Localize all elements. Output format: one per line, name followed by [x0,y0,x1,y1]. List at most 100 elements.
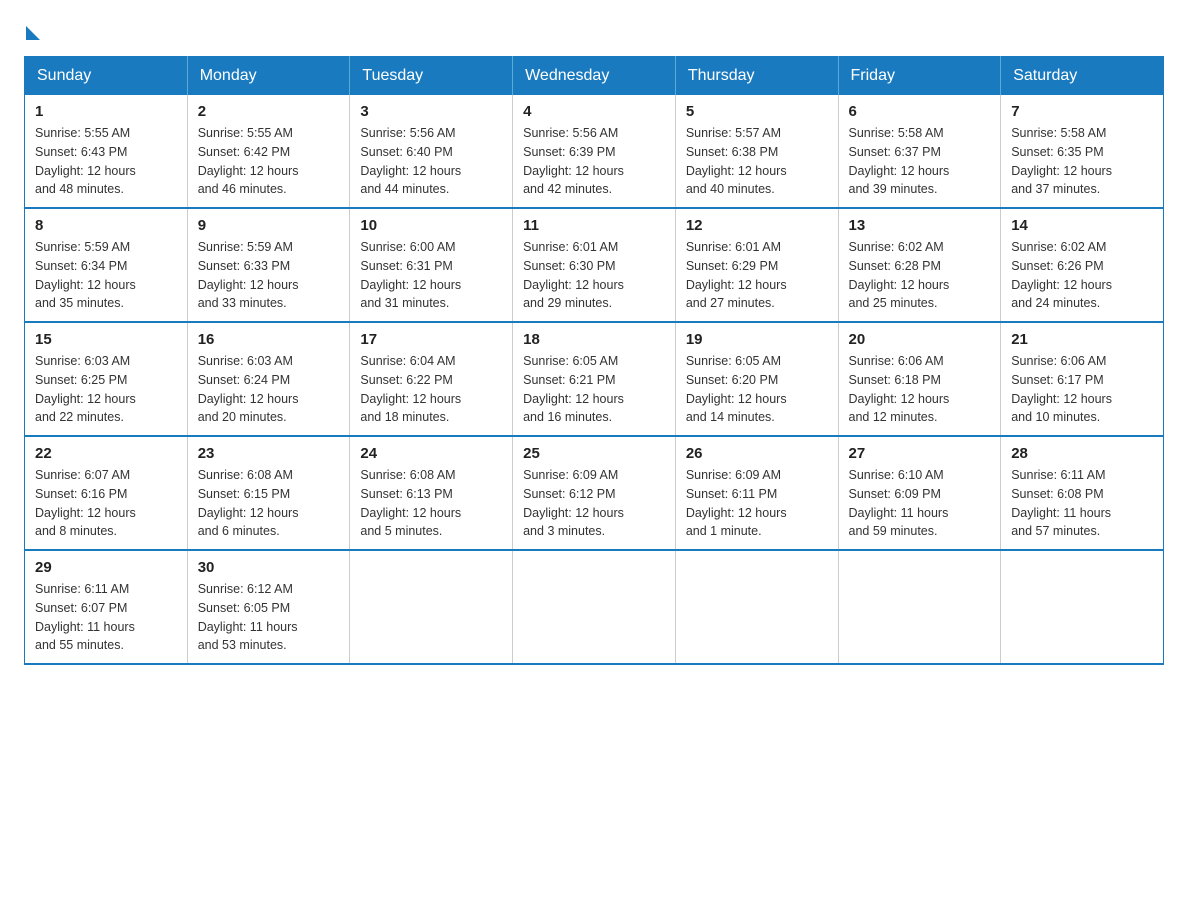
day-info: Sunrise: 5:58 AMSunset: 6:35 PMDaylight:… [1011,126,1112,196]
day-info: Sunrise: 6:02 AMSunset: 6:26 PMDaylight:… [1011,240,1112,310]
calendar-cell: 12 Sunrise: 6:01 AMSunset: 6:29 PMDaylig… [675,208,838,322]
calendar-cell: 16 Sunrise: 6:03 AMSunset: 6:24 PMDaylig… [187,322,350,436]
day-info: Sunrise: 6:03 AMSunset: 6:24 PMDaylight:… [198,354,299,424]
calendar-week-row: 1 Sunrise: 5:55 AMSunset: 6:43 PMDayligh… [25,95,1164,208]
day-number: 5 [686,103,828,120]
calendar-cell: 26 Sunrise: 6:09 AMSunset: 6:11 PMDaylig… [675,436,838,550]
calendar-cell: 27 Sunrise: 6:10 AMSunset: 6:09 PMDaylig… [838,436,1001,550]
calendar-week-row: 29 Sunrise: 6:11 AMSunset: 6:07 PMDaylig… [25,550,1164,664]
calendar-week-row: 8 Sunrise: 5:59 AMSunset: 6:34 PMDayligh… [25,208,1164,322]
day-number: 15 [35,331,177,348]
calendar-cell: 15 Sunrise: 6:03 AMSunset: 6:25 PMDaylig… [25,322,188,436]
day-number: 21 [1011,331,1153,348]
calendar-cell: 6 Sunrise: 5:58 AMSunset: 6:37 PMDayligh… [838,95,1001,208]
day-number: 24 [360,445,502,462]
day-info: Sunrise: 6:09 AMSunset: 6:12 PMDaylight:… [523,468,624,538]
day-info: Sunrise: 6:05 AMSunset: 6:21 PMDaylight:… [523,354,624,424]
calendar-cell: 29 Sunrise: 6:11 AMSunset: 6:07 PMDaylig… [25,550,188,664]
weekday-header-row: SundayMondayTuesdayWednesdayThursdayFrid… [25,57,1164,96]
day-info: Sunrise: 5:55 AMSunset: 6:42 PMDaylight:… [198,126,299,196]
day-number: 4 [523,103,665,120]
calendar-cell: 3 Sunrise: 5:56 AMSunset: 6:40 PMDayligh… [350,95,513,208]
day-info: Sunrise: 6:11 AMSunset: 6:07 PMDaylight:… [35,582,135,652]
calendar-cell: 22 Sunrise: 6:07 AMSunset: 6:16 PMDaylig… [25,436,188,550]
calendar-cell: 9 Sunrise: 5:59 AMSunset: 6:33 PMDayligh… [187,208,350,322]
day-info: Sunrise: 6:02 AMSunset: 6:28 PMDaylight:… [849,240,950,310]
day-number: 2 [198,103,340,120]
calendar-cell: 28 Sunrise: 6:11 AMSunset: 6:08 PMDaylig… [1001,436,1164,550]
page-header [24,24,1164,40]
calendar-cell [838,550,1001,664]
day-info: Sunrise: 6:04 AMSunset: 6:22 PMDaylight:… [360,354,461,424]
day-info: Sunrise: 6:07 AMSunset: 6:16 PMDaylight:… [35,468,136,538]
day-number: 12 [686,217,828,234]
calendar-cell: 11 Sunrise: 6:01 AMSunset: 6:30 PMDaylig… [513,208,676,322]
calendar-cell: 25 Sunrise: 6:09 AMSunset: 6:12 PMDaylig… [513,436,676,550]
calendar-week-row: 22 Sunrise: 6:07 AMSunset: 6:16 PMDaylig… [25,436,1164,550]
calendar-cell [513,550,676,664]
day-info: Sunrise: 6:06 AMSunset: 6:18 PMDaylight:… [849,354,950,424]
day-number: 25 [523,445,665,462]
weekday-header-tuesday: Tuesday [350,57,513,96]
day-number: 27 [849,445,991,462]
weekday-header-wednesday: Wednesday [513,57,676,96]
calendar-cell: 5 Sunrise: 5:57 AMSunset: 6:38 PMDayligh… [675,95,838,208]
day-info: Sunrise: 5:59 AMSunset: 6:34 PMDaylight:… [35,240,136,310]
calendar-cell: 4 Sunrise: 5:56 AMSunset: 6:39 PMDayligh… [513,95,676,208]
day-number: 28 [1011,445,1153,462]
calendar-week-row: 15 Sunrise: 6:03 AMSunset: 6:25 PMDaylig… [25,322,1164,436]
calendar-cell: 10 Sunrise: 6:00 AMSunset: 6:31 PMDaylig… [350,208,513,322]
calendar-cell: 7 Sunrise: 5:58 AMSunset: 6:35 PMDayligh… [1001,95,1164,208]
day-info: Sunrise: 6:03 AMSunset: 6:25 PMDaylight:… [35,354,136,424]
day-info: Sunrise: 6:11 AMSunset: 6:08 PMDaylight:… [1011,468,1111,538]
logo [24,24,40,40]
calendar-cell [675,550,838,664]
weekday-header-thursday: Thursday [675,57,838,96]
calendar-cell: 21 Sunrise: 6:06 AMSunset: 6:17 PMDaylig… [1001,322,1164,436]
day-info: Sunrise: 6:06 AMSunset: 6:17 PMDaylight:… [1011,354,1112,424]
calendar-cell: 2 Sunrise: 5:55 AMSunset: 6:42 PMDayligh… [187,95,350,208]
weekday-header-saturday: Saturday [1001,57,1164,96]
day-number: 17 [360,331,502,348]
day-info: Sunrise: 6:08 AMSunset: 6:15 PMDaylight:… [198,468,299,538]
day-number: 26 [686,445,828,462]
calendar-header: SundayMondayTuesdayWednesdayThursdayFrid… [25,57,1164,96]
day-info: Sunrise: 6:09 AMSunset: 6:11 PMDaylight:… [686,468,787,538]
day-number: 16 [198,331,340,348]
calendar-cell [1001,550,1164,664]
day-number: 1 [35,103,177,120]
day-info: Sunrise: 6:08 AMSunset: 6:13 PMDaylight:… [360,468,461,538]
calendar-cell: 13 Sunrise: 6:02 AMSunset: 6:28 PMDaylig… [838,208,1001,322]
day-number: 23 [198,445,340,462]
day-info: Sunrise: 6:01 AMSunset: 6:30 PMDaylight:… [523,240,624,310]
day-info: Sunrise: 6:12 AMSunset: 6:05 PMDaylight:… [198,582,298,652]
day-number: 20 [849,331,991,348]
calendar-cell: 19 Sunrise: 6:05 AMSunset: 6:20 PMDaylig… [675,322,838,436]
calendar-body: 1 Sunrise: 5:55 AMSunset: 6:43 PMDayligh… [25,95,1164,664]
day-number: 11 [523,217,665,234]
day-number: 30 [198,559,340,576]
weekday-header-sunday: Sunday [25,57,188,96]
calendar-table: SundayMondayTuesdayWednesdayThursdayFrid… [24,56,1164,665]
day-info: Sunrise: 5:57 AMSunset: 6:38 PMDaylight:… [686,126,787,196]
day-info: Sunrise: 6:01 AMSunset: 6:29 PMDaylight:… [686,240,787,310]
calendar-cell: 24 Sunrise: 6:08 AMSunset: 6:13 PMDaylig… [350,436,513,550]
day-info: Sunrise: 6:10 AMSunset: 6:09 PMDaylight:… [849,468,949,538]
day-number: 9 [198,217,340,234]
day-info: Sunrise: 5:56 AMSunset: 6:39 PMDaylight:… [523,126,624,196]
calendar-cell: 1 Sunrise: 5:55 AMSunset: 6:43 PMDayligh… [25,95,188,208]
day-number: 6 [849,103,991,120]
day-number: 14 [1011,217,1153,234]
calendar-cell: 17 Sunrise: 6:04 AMSunset: 6:22 PMDaylig… [350,322,513,436]
day-number: 29 [35,559,177,576]
calendar-cell: 14 Sunrise: 6:02 AMSunset: 6:26 PMDaylig… [1001,208,1164,322]
day-number: 19 [686,331,828,348]
weekday-header-friday: Friday [838,57,1001,96]
day-info: Sunrise: 5:58 AMSunset: 6:37 PMDaylight:… [849,126,950,196]
day-info: Sunrise: 6:00 AMSunset: 6:31 PMDaylight:… [360,240,461,310]
calendar-cell: 8 Sunrise: 5:59 AMSunset: 6:34 PMDayligh… [25,208,188,322]
calendar-cell: 30 Sunrise: 6:12 AMSunset: 6:05 PMDaylig… [187,550,350,664]
day-number: 7 [1011,103,1153,120]
day-info: Sunrise: 5:59 AMSunset: 6:33 PMDaylight:… [198,240,299,310]
day-info: Sunrise: 5:55 AMSunset: 6:43 PMDaylight:… [35,126,136,196]
